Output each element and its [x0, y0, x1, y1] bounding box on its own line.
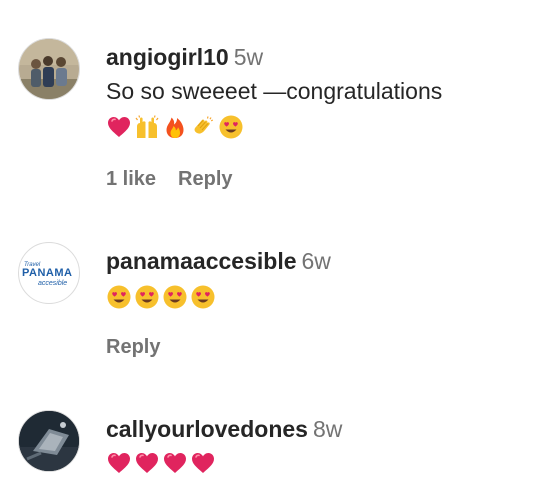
heart-eyes-icon: [190, 284, 216, 310]
red-heart-icon: [190, 450, 216, 476]
red-heart-icon: [106, 114, 132, 140]
logo-text-accesible: accesible: [38, 280, 67, 287]
comment-emojis: [106, 450, 530, 476]
comment-text: So so sweeeet —congratulations: [106, 78, 443, 104]
fire-icon: [162, 114, 188, 140]
comment-age: 6w: [301, 248, 331, 274]
heart-eyes-icon: [106, 284, 132, 310]
reply-button[interactable]: Reply: [178, 168, 232, 190]
logo-text-panama: PANAMA: [22, 267, 72, 279]
raising-hands-icon: [134, 114, 160, 140]
reply-button[interactable]: Reply: [106, 336, 160, 358]
heart-eyes-icon: [218, 114, 244, 140]
red-heart-icon: [106, 450, 132, 476]
comment-username[interactable]: angiogirl10: [106, 44, 229, 70]
heart-eyes-icon: [162, 284, 188, 310]
comment-username[interactable]: panamaaccesible: [106, 248, 297, 274]
comment-emojis: [106, 114, 530, 140]
comment-emojis: [106, 284, 530, 310]
red-heart-icon: [134, 450, 160, 476]
like-count[interactable]: 1 like: [106, 168, 156, 190]
comment-username[interactable]: callyourlovedones: [106, 416, 308, 442]
avatar[interactable]: Travel PANAMA accesible: [18, 242, 80, 304]
comment-age: 8w: [312, 416, 343, 442]
heart-eyes-icon: [134, 284, 160, 310]
comment-age: 5w: [233, 44, 264, 70]
clapping-hands-icon: [190, 114, 216, 140]
avatar[interactable]: [18, 410, 80, 472]
avatar[interactable]: [18, 38, 80, 100]
red-heart-icon: [162, 450, 188, 476]
